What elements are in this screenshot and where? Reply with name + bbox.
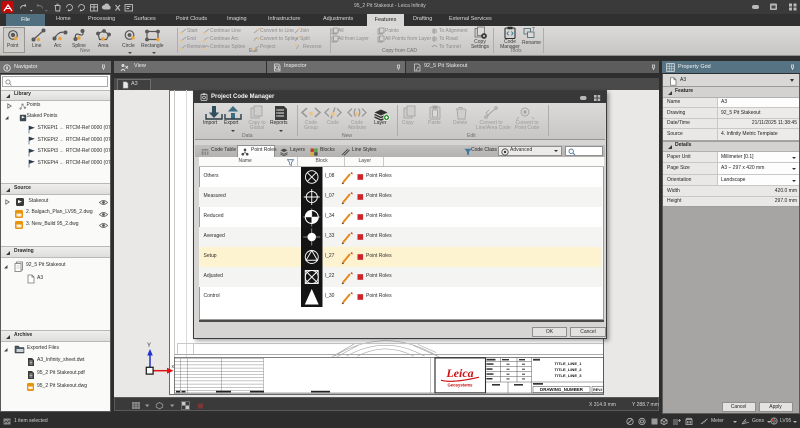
svg-text:Leica: Leica [445, 366, 473, 380]
svg-text:Y: Y [147, 343, 151, 349]
svg-text:TITLE_LINE_3: TITLE_LINE_3 [554, 373, 582, 378]
svg-text:DRAWING_NUMBER: DRAWING_NUMBER [540, 388, 584, 393]
svg-text:TITLE_LINE_1: TITLE_LINE_1 [554, 361, 582, 366]
svg-text:REV#: REV# [593, 388, 602, 392]
svg-text:TITLE_LINE_2: TITLE_LINE_2 [554, 367, 582, 372]
svg-text:x: x [172, 364, 175, 370]
svg-text:Geosystems: Geosystems [447, 383, 473, 388]
